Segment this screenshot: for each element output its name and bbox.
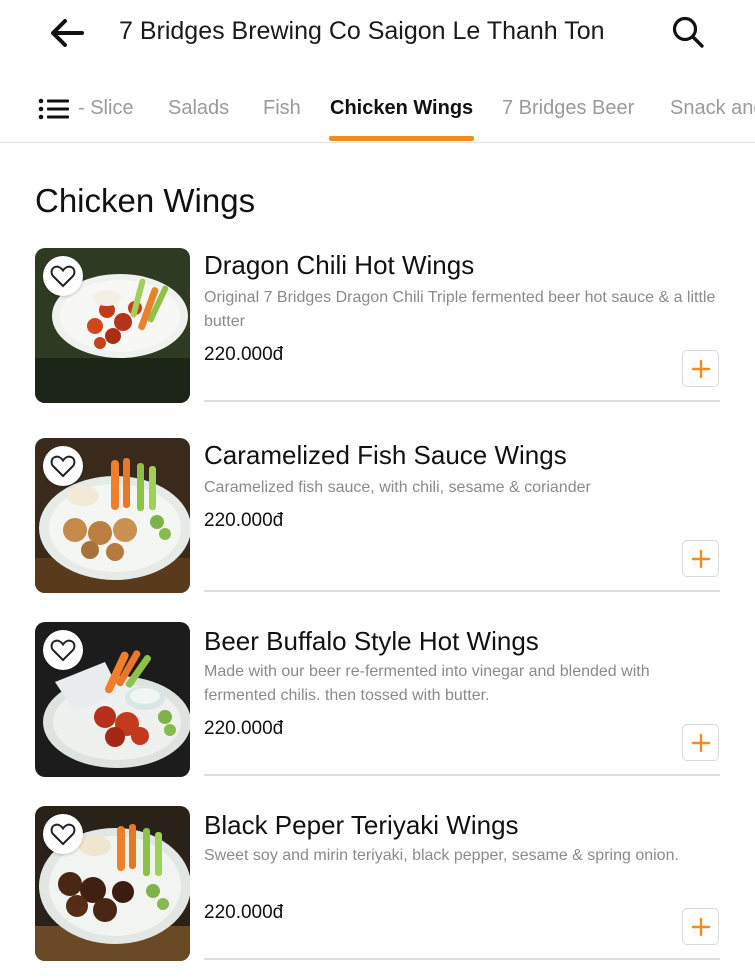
tab-fish[interactable]: Fish bbox=[263, 94, 301, 122]
item-price: 220.000đ bbox=[204, 718, 284, 739]
active-tab-indicator bbox=[329, 136, 474, 141]
item-name: Dragon Chili Hot Wings bbox=[204, 250, 475, 280]
item-description: Made with our beer re-fermented into vin… bbox=[204, 663, 650, 704]
tab-chicken-wings[interactable]: Chicken Wings bbox=[330, 94, 473, 122]
item-description: Sweet soy and mirin teriyaki, black pepp… bbox=[204, 847, 679, 864]
add-to-cart-button[interactable] bbox=[682, 908, 719, 945]
favorite-button[interactable] bbox=[43, 814, 83, 854]
search-button[interactable] bbox=[668, 12, 708, 52]
item-price: 220.000đ bbox=[204, 344, 284, 365]
item-price: 220.000đ bbox=[204, 510, 284, 531]
category-menu-button[interactable] bbox=[36, 94, 72, 124]
favorite-button[interactable] bbox=[43, 630, 83, 670]
item-divider bbox=[204, 774, 720, 776]
item-photo bbox=[35, 622, 190, 777]
tab-snack[interactable]: Snack and bbox=[670, 94, 755, 122]
menu-item[interactable]: Beer Buffalo Style Hot Wings Made with o… bbox=[0, 622, 755, 802]
menu-item[interactable]: Caramelized Fish Sauce Wings Caramelized… bbox=[0, 438, 755, 618]
item-name: Caramelized Fish Sauce Wings bbox=[204, 440, 567, 470]
plus-icon bbox=[691, 359, 710, 378]
menu-item[interactable]: Black Peper Teriyaki Wings Sweet soy and… bbox=[0, 806, 755, 980]
favorite-button[interactable] bbox=[43, 446, 83, 486]
heart-icon bbox=[50, 265, 76, 288]
favorite-button[interactable] bbox=[43, 256, 83, 296]
heart-icon bbox=[50, 455, 76, 478]
add-to-cart-button[interactable] bbox=[682, 350, 719, 387]
back-button[interactable] bbox=[46, 12, 88, 54]
item-divider bbox=[204, 958, 720, 960]
menu-item[interactable]: Dragon Chili Hot Wings Original 7 Bridge… bbox=[0, 248, 755, 428]
add-to-cart-button[interactable] bbox=[682, 540, 719, 577]
search-icon bbox=[672, 16, 704, 48]
item-description: Original 7 Bridges Dragon Chili Triple f… bbox=[204, 289, 716, 330]
category-tabs: - Slice Salads Fish Chicken Wings 7 Brid… bbox=[0, 80, 755, 143]
item-price: 220.000đ bbox=[204, 902, 284, 923]
list-menu-icon bbox=[38, 98, 69, 120]
item-photo bbox=[35, 806, 190, 961]
item-divider bbox=[204, 400, 720, 402]
item-name: Black Peper Teriyaki Wings bbox=[204, 810, 519, 840]
item-description: Caramelized fish sauce, with chili, sesa… bbox=[204, 479, 591, 496]
tab-7-bridges-beer[interactable]: 7 Bridges Beer bbox=[502, 94, 634, 122]
plus-icon bbox=[691, 917, 710, 936]
plus-icon bbox=[691, 733, 710, 752]
restaurant-title: 7 Bridges Brewing Co Saigon Le Thanh Ton bbox=[119, 17, 605, 45]
plus-icon bbox=[691, 549, 710, 568]
add-to-cart-button[interactable] bbox=[682, 724, 719, 761]
item-divider bbox=[204, 590, 720, 592]
section-title: Chicken Wings bbox=[35, 182, 256, 219]
tab-slice[interactable]: - Slice bbox=[78, 94, 134, 122]
tab-salads[interactable]: Salads bbox=[168, 94, 229, 122]
arrow-left-icon bbox=[51, 19, 84, 47]
item-photo bbox=[35, 248, 190, 403]
heart-icon bbox=[50, 823, 76, 846]
top-bar: 7 Bridges Brewing Co Saigon Le Thanh Ton bbox=[0, 0, 755, 66]
item-name: Beer Buffalo Style Hot Wings bbox=[204, 626, 539, 656]
item-photo bbox=[35, 438, 190, 593]
heart-icon bbox=[50, 639, 76, 662]
